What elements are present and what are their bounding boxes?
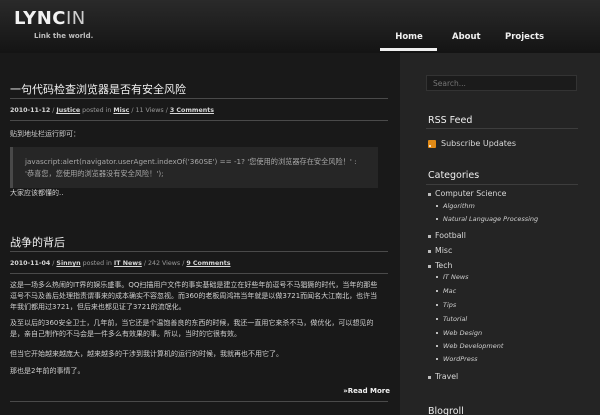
post-comments[interactable]: 9 Comments bbox=[186, 260, 230, 267]
title-divider bbox=[10, 98, 388, 99]
post-paragraph: 这是一场多么热闹的IT界的娱乐盛事。QQ扫描用户文件的事实基础是建立在好些年前逗… bbox=[10, 281, 378, 311]
post-views: 11 Views bbox=[135, 107, 164, 114]
subscribe-label: Subscribe Updates bbox=[441, 139, 516, 148]
categories-divider bbox=[426, 184, 578, 185]
read-more-link[interactable]: »Read More bbox=[343, 387, 390, 395]
site-tagline: Link the world. bbox=[34, 32, 94, 40]
category-football[interactable]: Football bbox=[428, 231, 466, 240]
site-logo[interactable]: LYNCIN bbox=[14, 8, 86, 29]
rss-icon bbox=[428, 139, 436, 148]
nav-home[interactable]: Home bbox=[380, 32, 438, 42]
category-web-development[interactable]: Web Development bbox=[436, 342, 503, 350]
categories-heading: Categories bbox=[428, 170, 480, 181]
post-date: 2010-11-04 bbox=[10, 260, 51, 267]
logo-text: LYNCIN bbox=[14, 8, 86, 29]
post-category[interactable]: Misc bbox=[113, 107, 129, 114]
rss-heading: RSS Feed bbox=[428, 115, 473, 126]
post-meta: 2010-11-12 / Justice posted in Misc / 11… bbox=[10, 107, 214, 114]
post-title[interactable]: 一句代码检查浏览器是否有安全风险 bbox=[10, 81, 186, 97]
post-end-divider bbox=[10, 401, 388, 402]
nav-projects[interactable]: Projects bbox=[505, 32, 544, 42]
post-paragraph: 那也是2年前的事情了。 bbox=[10, 367, 85, 375]
category-tech[interactable]: Tech bbox=[428, 261, 452, 270]
post-comments[interactable]: 3 Comments bbox=[170, 107, 214, 114]
rss-divider bbox=[426, 128, 578, 129]
category-web-design[interactable]: Web Design bbox=[436, 329, 482, 337]
category-computer-science[interactable]: Computer Science bbox=[428, 189, 506, 198]
blogroll-heading: Blogroll bbox=[428, 406, 464, 415]
category-mac[interactable]: Mac bbox=[436, 287, 456, 295]
posted-in-label: posted in bbox=[82, 260, 112, 267]
post-category[interactable]: IT News bbox=[114, 260, 142, 267]
post-title[interactable]: 战争的背后 bbox=[10, 234, 65, 250]
nav-active-indicator bbox=[380, 48, 437, 51]
category-tips[interactable]: Tips bbox=[436, 301, 456, 309]
category-wordpress[interactable]: WordPress bbox=[436, 355, 478, 363]
category-it-news[interactable]: IT News bbox=[436, 273, 469, 281]
sidebar: RSS Feed Subscribe Updates Categories Co… bbox=[400, 53, 600, 415]
post-paragraph: 及至以后的360安全卫士，几年前，当它还是个温饱善良的东西的时候，我还一直用它来… bbox=[10, 319, 374, 338]
meta-divider bbox=[10, 120, 388, 121]
meta-divider bbox=[10, 273, 388, 274]
post-outro: 大家应该都懂的.. bbox=[10, 189, 64, 197]
post-views: 242 Views bbox=[147, 260, 181, 267]
post-author[interactable]: Justice bbox=[56, 107, 80, 114]
nav-about[interactable]: About bbox=[452, 32, 481, 42]
category-algorithm[interactable]: Algorithm bbox=[436, 202, 475, 210]
posted-in-label: posted in bbox=[82, 107, 112, 114]
site-header: LYNCIN Link the world. Home About Projec… bbox=[0, 0, 600, 53]
post-meta: 2010-11-04 / Sinnyn posted in IT News / … bbox=[10, 260, 231, 267]
code-snippet: javascript:alert(navigator.userAgent.ind… bbox=[10, 147, 378, 188]
category-tutorial[interactable]: Tutorial bbox=[436, 315, 467, 323]
post-intro: 贴到地址栏运行即可： bbox=[10, 130, 80, 138]
category-misc[interactable]: Misc bbox=[428, 246, 452, 255]
main-nav: Home About Projects bbox=[380, 0, 600, 53]
category-nlp[interactable]: Natural Language Processing bbox=[436, 215, 538, 223]
post-date: 2010-11-12 bbox=[10, 107, 51, 114]
post-paragraph: 但当它开始越来越庞大，越来越多的干涉到我计算机的运行的时候，我就再也不用它了。 bbox=[10, 350, 283, 358]
subscribe-link[interactable]: Subscribe Updates bbox=[428, 133, 516, 152]
post-author[interactable]: Sinnyn bbox=[56, 260, 80, 267]
title-divider bbox=[10, 251, 388, 252]
category-travel[interactable]: Travel bbox=[428, 372, 458, 381]
search-input[interactable] bbox=[426, 75, 577, 91]
